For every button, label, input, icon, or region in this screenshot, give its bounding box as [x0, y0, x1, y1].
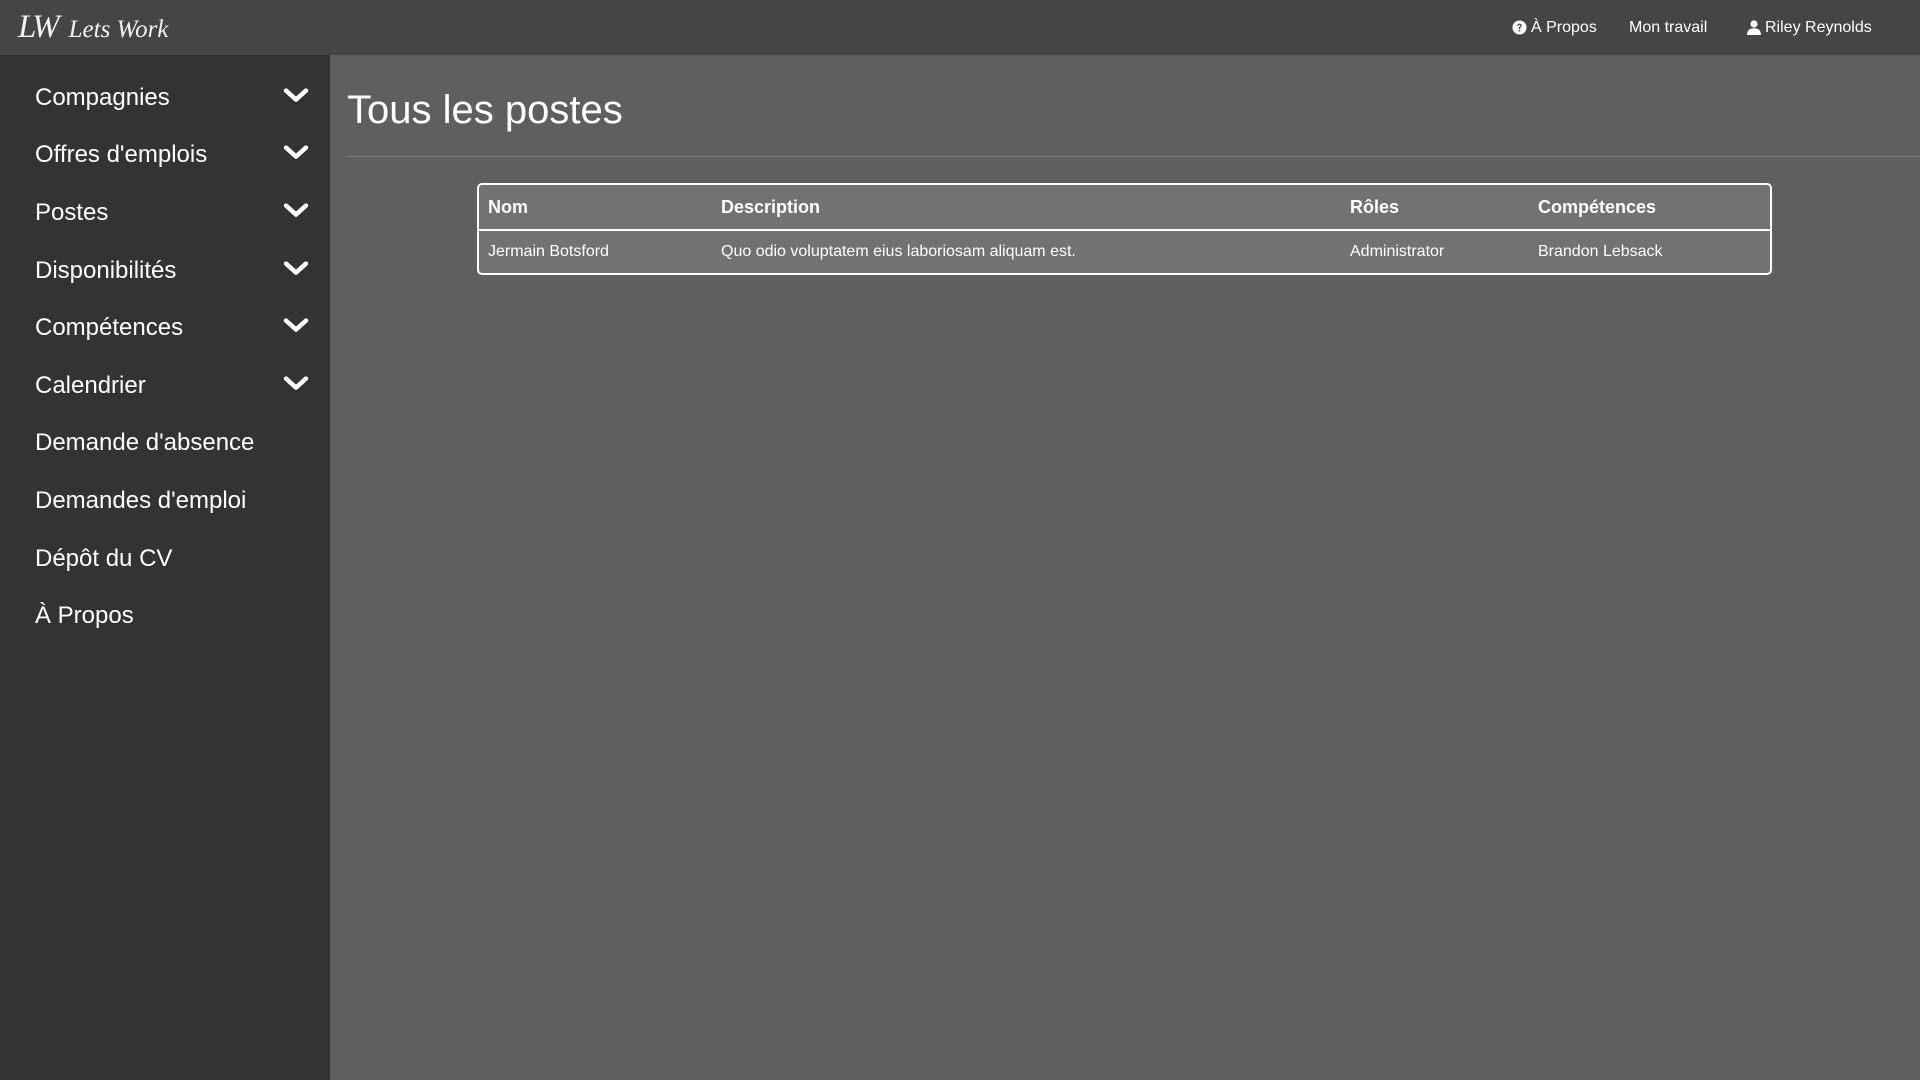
sidebar-item-label: Compétences	[35, 314, 184, 342]
chevron-down-icon	[283, 88, 309, 102]
sidebar-item-label: À Propos	[35, 602, 134, 630]
sidebar-item-a-propos[interactable]: À Propos	[0, 587, 330, 645]
nav-about-label: À Propos	[1531, 18, 1597, 36]
brand-logo[interactable]: LW Lets Work	[18, 9, 168, 46]
user-icon	[1747, 20, 1761, 35]
brand-name: Lets Work	[68, 16, 169, 43]
top-navbar: LW Lets Work À Propos Mon travail Riley …	[0, 0, 1920, 55]
column-header-nom[interactable]: Nom	[479, 185, 712, 231]
cell-description: Quo odio voluptatem eius laboriosam aliq…	[721, 243, 1076, 260]
sidebar-item-competences[interactable]: Compétences	[0, 299, 330, 357]
nav-my-work-link[interactable]: Mon travail	[1629, 0, 1707, 55]
sidebar: Compagnies Offres d'emplois Postes Dispo…	[0, 55, 330, 1080]
chevron-down-icon	[283, 376, 309, 390]
sidebar-item-label: Offres d'emplois	[35, 141, 208, 169]
sidebar-item-demande-absence[interactable]: Demande d'absence	[0, 415, 330, 473]
nav-user-label: Riley Reynolds	[1765, 18, 1872, 36]
title-divider	[347, 156, 1920, 157]
brand-mark: LW	[18, 9, 60, 45]
sidebar-item-postes[interactable]: Postes	[0, 184, 330, 242]
sidebar-item-demandes-emploi[interactable]: Demandes d'emploi	[0, 472, 330, 530]
column-header-roles[interactable]: Rôles	[1341, 185, 1529, 231]
sidebar-item-depot-cv[interactable]: Dépôt du CV	[0, 530, 330, 588]
column-header-competences[interactable]: Compétences	[1529, 185, 1770, 231]
cell-competences: Brandon Lebsack	[1538, 243, 1663, 260]
cell-nom: Jermain Botsford	[488, 243, 609, 260]
sidebar-item-disponibilites[interactable]: Disponibilités	[0, 242, 330, 300]
sidebar-item-label: Calendrier	[35, 371, 146, 399]
main-content: Tous les postes Nom Description Rôles Co…	[330, 55, 1920, 1080]
column-header-description[interactable]: Description	[712, 185, 1341, 231]
sidebar-item-label: Demandes d'emploi	[35, 486, 247, 514]
page-title: Tous les postes	[347, 88, 623, 132]
chevron-down-icon	[283, 203, 309, 217]
sidebar-item-compagnies[interactable]: Compagnies	[0, 69, 330, 127]
sidebar-item-label: Dépôt du CV	[35, 544, 173, 572]
sidebar-item-calendrier[interactable]: Calendrier	[0, 357, 330, 415]
table-header-row: Nom Description Rôles Compétences	[479, 185, 1770, 231]
chevron-down-icon	[283, 260, 309, 275]
sidebar-item-label: Postes	[35, 198, 109, 226]
cell-roles: Administrator	[1350, 243, 1445, 260]
chevron-down-icon	[283, 145, 309, 160]
sidebar-item-label: Disponibilités	[35, 256, 177, 284]
nav-my-work-label: Mon travail	[1629, 18, 1708, 36]
positions-table: Nom Description Rôles Compétences Jermai…	[477, 183, 1772, 275]
question-circle-icon	[1512, 20, 1527, 35]
sidebar-item-label: Demande d'absence	[35, 429, 255, 457]
table-row[interactable]: Jermain Botsford Quo odio voluptatem eiu…	[479, 230, 1770, 273]
nav-about-link[interactable]: À Propos	[1512, 0, 1597, 55]
sidebar-item-label: Compagnies	[35, 83, 170, 111]
sidebar-item-offres-emplois[interactable]: Offres d'emplois	[0, 127, 330, 185]
nav-user-menu[interactable]: Riley Reynolds	[1747, 0, 1872, 55]
chevron-down-icon	[283, 318, 309, 333]
